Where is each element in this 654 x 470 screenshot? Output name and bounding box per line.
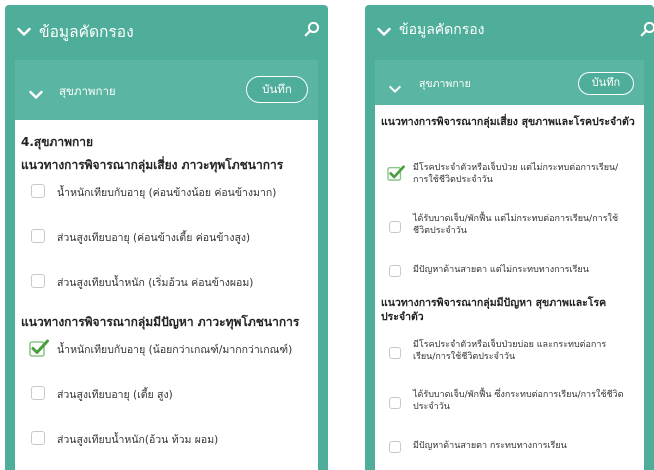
- item-label: มีปัญหาด้านสายตา กระทบทางการเรียน: [413, 441, 567, 451]
- checkbox[interactable]: [389, 221, 401, 233]
- checkbox[interactable]: [389, 441, 401, 453]
- search-icon[interactable]: [304, 21, 320, 41]
- list-item[interactable]: มีปัญหาด้านสายตา แต่ไม่กระทบทางการเรียน: [375, 261, 644, 285]
- risk-group-title: แนวทางการพิจารณากลุ่มเสี่ยง สุขภาพและโรค…: [381, 116, 635, 128]
- checkbox[interactable]: [389, 347, 401, 359]
- item-label: มีปัญหาด้านสายตา แต่ไม่กระทบทางการเรียน: [413, 265, 589, 275]
- list-item[interactable]: มีโรคประจำตัวหรือเจ็บป่วยบ่อย และกระทบต่…: [375, 337, 644, 367]
- chevron-down-icon[interactable]: [17, 22, 31, 41]
- list-item[interactable]: ส่วนสูงเทียบน้ำหนัก (เริ่มอ้วน ค่อนข้างผ…: [15, 268, 318, 298]
- card-header[interactable]: สุขภาพกาย บันทึก: [375, 60, 644, 105]
- card-header[interactable]: สุขภาพกาย บันทึก: [15, 60, 318, 120]
- chevron-down-icon[interactable]: [29, 85, 43, 104]
- item-label: มีโรคประจำตัวหรือเจ็บป่วยบ่อย และกระทบต่…: [413, 340, 607, 362]
- problem-group-title: แนวทางการพิจารณากลุ่มมีปัญหา ภาวะทุพโภชน…: [21, 315, 300, 329]
- item-label: น้ำหนักเทียบกับอายุ (น้อยกว่าเกณฑ์/มากกว…: [57, 344, 293, 356]
- list-item[interactable]: มีโรคประจำตัวหรือเจ็บป่วย แต่ไม่กระทบต่อ…: [375, 160, 644, 190]
- app-title: ข้อมูลคัดกรอง: [39, 23, 134, 41]
- checkbox-checked-icon[interactable]: [387, 165, 405, 185]
- checkbox[interactable]: [31, 431, 45, 445]
- screening-card: สุขภาพกาย บันทึก 4.สุขภาพกาย แนวทางการพิ…: [15, 60, 318, 470]
- item-label: ได้รับบาดเจ็บ/พักฟื้น ซึ่งกระทบต่อการเรี…: [413, 390, 624, 412]
- checkbox[interactable]: [31, 274, 45, 288]
- left-screen: ข้อมูลคัดกรอง สุขภาพกาย บันทึก 4.สุขภาพก…: [5, 5, 328, 470]
- checkbox-checked-icon[interactable]: [29, 339, 49, 361]
- item-label: มีโรคประจำตัวหรือเจ็บป่วย แต่ไม่กระทบต่อ…: [413, 163, 619, 185]
- list-item[interactable]: ได้รับบาดเจ็บ/พักฟื้น ซึ่งกระทบต่อการเรี…: [375, 387, 644, 417]
- screening-card: สุขภาพกาย บันทึก แนวทางการพิจารณากลุ่มเส…: [375, 60, 644, 470]
- problem-group-title: แนวทางการพิจารณากลุ่มมีปัญหา สุขภาพและโร…: [381, 297, 607, 323]
- card-header-label: สุขภาพกาย: [59, 84, 116, 98]
- checkbox[interactable]: [389, 265, 401, 277]
- item-label: น้ำหนักเทียบกับอายุ (ค่อนข้างน้อย ค่อนข้…: [57, 187, 277, 199]
- item-label: ได้รับบาดเจ็บ/พักฟื้น แต่ไม่กระทบต่อการเ…: [413, 214, 619, 236]
- save-button[interactable]: บันทึก: [578, 72, 634, 95]
- save-button[interactable]: บันทึก: [246, 76, 308, 103]
- list-item[interactable]: ส่วนสูงเทียบน้ำหนัก(อ้วน ท้วม ผอม): [15, 425, 318, 455]
- list-item[interactable]: ส่วนสูงเทียบอายุ (เตี้ย สูง): [15, 380, 318, 410]
- app-title: ข้อมูลคัดกรอง: [399, 22, 485, 38]
- list-item[interactable]: มีปัญหาด้านสายตา กระทบทางการเรียน: [375, 437, 644, 461]
- checkbox[interactable]: [389, 397, 401, 409]
- chevron-down-icon[interactable]: [389, 79, 401, 98]
- item-label: ส่วนสูงเทียบน้ำหนัก(อ้วน ท้วม ผอม): [57, 434, 219, 446]
- card-body: แนวทางการพิจารณากลุ่มเสี่ยง สุขภาพและโรค…: [375, 105, 644, 470]
- card-header-label: สุขภาพกาย: [419, 78, 471, 90]
- checkbox[interactable]: [31, 229, 45, 243]
- item-label: ส่วนสูงเทียบน้ำหนัก (เริ่มอ้วน ค่อนข้างผ…: [57, 277, 254, 289]
- app-header: ข้อมูลคัดกรอง: [365, 5, 654, 55]
- card-body: 4.สุขภาพกาย แนวทางการพิจารณากลุ่มเสี่ยง …: [15, 120, 318, 470]
- list-item[interactable]: น้ำหนักเทียบกับอายุ (น้อยกว่าเกณฑ์/มากกว…: [15, 335, 318, 365]
- item-label: ส่วนสูงเทียบอายุ (ค่อนข้างเตี้ย ค่อนข้าง…: [57, 232, 251, 244]
- risk-group-title: แนวทางการพิจารณากลุ่มเสี่ยง ภาวะทุพโภชนา…: [21, 158, 284, 172]
- checkbox[interactable]: [31, 184, 45, 198]
- list-item[interactable]: น้ำหนักเทียบกับอายุ (ค่อนข้างน้อย ค่อนข้…: [15, 178, 318, 208]
- checkbox[interactable]: [31, 386, 45, 400]
- search-icon[interactable]: [640, 21, 654, 41]
- list-item[interactable]: ส่วนสูงเทียบอายุ (ค่อนข้างเตี้ย ค่อนข้าง…: [15, 223, 318, 253]
- right-screen: ข้อมูลคัดกรอง สุขภาพกาย บันทึก แนวทางการ…: [365, 5, 654, 470]
- chevron-down-icon[interactable]: [377, 22, 391, 41]
- item-label: ส่วนสูงเทียบอายุ (เตี้ย สูง): [57, 389, 173, 401]
- list-item[interactable]: ได้รับบาดเจ็บ/พักฟื้น แต่ไม่กระทบต่อการเ…: [375, 211, 644, 241]
- section-heading: 4.สุขภาพกาย: [21, 135, 94, 149]
- app-header: ข้อมูลคัดกรอง: [5, 5, 328, 55]
